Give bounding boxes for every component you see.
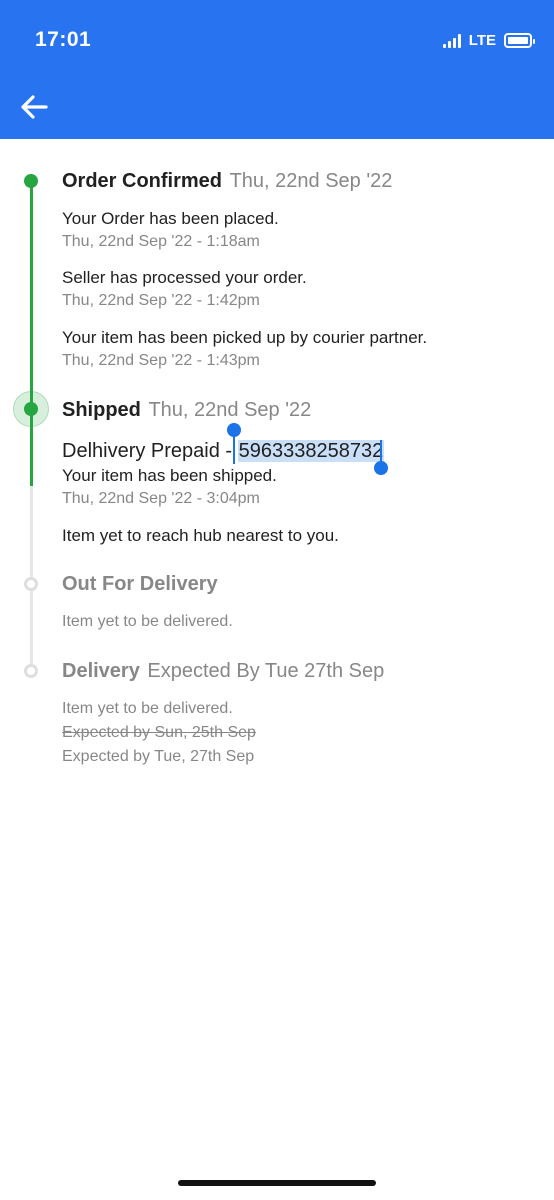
event-text: Your item has been picked up by courier … xyxy=(62,328,428,347)
step-confirmed-dot xyxy=(24,174,38,188)
arrow-left-icon xyxy=(21,95,48,119)
event-time: Thu, 22nd Sep '22 - 1:42pm xyxy=(62,292,260,309)
step-out-for-delivery-dot xyxy=(24,577,38,591)
new-expected-date: Expected by Tue, 27th Sep xyxy=(62,748,255,765)
back-button[interactable] xyxy=(18,92,52,122)
step-confirmed-title: Order Confirmed Thu, 22nd Sep '22 xyxy=(62,170,392,193)
step-date: Thu, 22nd Sep '22 xyxy=(229,170,393,192)
old-expected-date: Expected by Sun, 25th Sep xyxy=(62,724,256,741)
courier-name: Delhivery Prepaid - xyxy=(62,440,238,462)
selection-start-handle[interactable] xyxy=(227,423,241,437)
tracking-id[interactable]: 5963338258732 xyxy=(237,440,385,462)
step-shipped-dot xyxy=(24,402,38,416)
step-title-text: Delivery xyxy=(62,660,140,682)
network-label: LTE xyxy=(468,32,496,49)
event-text: Seller has processed your order. xyxy=(62,268,307,287)
step-note: Item yet to be delivered. xyxy=(62,700,233,717)
app-header: 17:01 LTE xyxy=(0,0,554,139)
event-text: Your Order has been placed. xyxy=(62,209,279,228)
hub-note: Item yet to reach hub nearest to you. xyxy=(62,526,339,545)
status-time: 17:01 xyxy=(35,28,92,51)
signal-icon xyxy=(442,33,461,48)
step-date: Thu, 22nd Sep '22 xyxy=(148,399,312,421)
event-text: Your item has been shipped. xyxy=(62,466,277,485)
step-title-text: Order Confirmed xyxy=(62,170,223,192)
step-delivery-dot xyxy=(24,664,38,678)
home-indicator[interactable] xyxy=(178,1180,376,1186)
event-time: Thu, 22nd Sep '22 - 3:04pm xyxy=(62,490,260,507)
step-delivery-title: Delivery Expected By Tue 27th Sep xyxy=(62,660,384,683)
event-time: Thu, 22nd Sep '22 - 1:18am xyxy=(62,233,260,250)
step-title-text: Shipped xyxy=(62,399,141,421)
event-time: Thu, 22nd Sep '22 - 1:43pm xyxy=(62,352,260,369)
courier-line: Delhivery Prepaid - 5963338258732 xyxy=(62,440,385,463)
battery-icon xyxy=(504,33,535,48)
step-date: Expected By Tue 27th Sep xyxy=(147,660,385,682)
timeline-progress-line xyxy=(30,181,33,486)
step-note: Item yet to be delivered. xyxy=(62,613,233,630)
step-out-for-delivery-title: Out For Delivery xyxy=(62,573,218,595)
status-icons: LTE xyxy=(442,32,535,49)
selection-end-handle[interactable] xyxy=(374,461,388,475)
step-shipped-title: Shipped Thu, 22nd Sep '22 xyxy=(62,399,311,422)
